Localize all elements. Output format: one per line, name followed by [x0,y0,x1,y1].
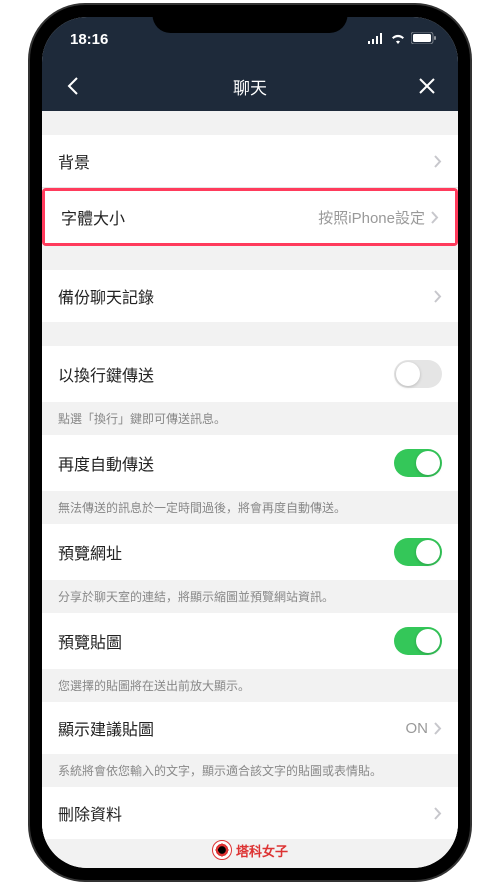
font-size-highlight: 字體大小 按照iPhone設定 [42,188,458,246]
suggest-sticker-value: ON [406,720,443,737]
preview-url-row[interactable]: 預覽網址 [42,524,458,580]
nav-bar: 聊天 [42,61,458,111]
background-row[interactable]: 背景 [42,135,458,188]
wifi-icon [390,31,406,48]
phone-screen: 18:16 聊天 [42,17,458,868]
page-title: 聊天 [233,74,267,99]
back-button[interactable] [58,71,88,101]
font-size-label: 字體大小 [61,205,125,229]
phone-frame: 18:16 聊天 [30,5,470,880]
background-label: 背景 [58,149,90,173]
chevron-right-icon [431,211,439,224]
preview-url-label: 預覽網址 [58,540,122,564]
enter-send-toggle[interactable] [394,360,442,388]
close-button[interactable] [412,71,442,101]
watermark: 塔科女子 [212,840,288,860]
enter-send-footer: 點選「換行」鍵即可傳送訊息。 [42,402,458,435]
auto-resend-label: 再度自動傳送 [58,451,154,475]
enter-send-label: 以換行鍵傳送 [58,362,154,386]
auto-resend-footer: 無法傳送的訊息於一定時間過後，將會再度自動傳送。 [42,491,458,524]
backup-label: 備份聊天記錄 [58,284,154,308]
preview-sticker-toggle[interactable] [394,627,442,655]
settings-list[interactable]: 背景 字體大小 按照iPhone設定 備份聊天記錄 以換行鍵 [42,111,458,868]
preview-url-toggle[interactable] [394,538,442,566]
font-size-row[interactable]: 字體大小 按照iPhone設定 [45,191,455,243]
chevron-right-icon [434,722,442,735]
backup-row[interactable]: 備份聊天記錄 [42,270,458,322]
preview-sticker-label: 預覽貼圖 [58,629,122,653]
font-size-value: 按照iPhone設定 [318,207,439,228]
delete-data-row[interactable]: 刪除資料 [42,787,458,839]
status-indicators [368,31,436,48]
watermark-avatar-icon [212,840,232,860]
preview-sticker-row[interactable]: 預覽貼圖 [42,613,458,669]
watermark-text: 塔科女子 [236,841,288,860]
suggest-sticker-footer: 系統將會依您輸入的文字，顯示適合該文字的貼圖或表情貼。 [42,754,458,787]
preview-url-footer: 分享於聊天室的連結，將顯示縮圖並預覽網站資訊。 [42,580,458,613]
suggest-sticker-label: 顯示建議貼圖 [58,716,154,740]
signal-icon [368,31,385,48]
preview-sticker-footer: 您選擇的貼圖將在送出前放大顯示。 [42,669,458,702]
suggest-sticker-row[interactable]: 顯示建議貼圖 ON [42,702,458,754]
enter-send-row[interactable]: 以換行鍵傳送 [42,346,458,402]
delete-data-label: 刪除資料 [58,801,122,825]
auto-resend-row[interactable]: 再度自動傳送 [42,435,458,491]
notch [153,5,348,33]
chevron-right-icon [434,155,442,168]
chevron-right-icon [434,807,442,820]
battery-icon [411,31,436,48]
chevron-right-icon [434,290,442,303]
status-time: 18:16 [70,31,108,48]
auto-resend-toggle[interactable] [394,449,442,477]
